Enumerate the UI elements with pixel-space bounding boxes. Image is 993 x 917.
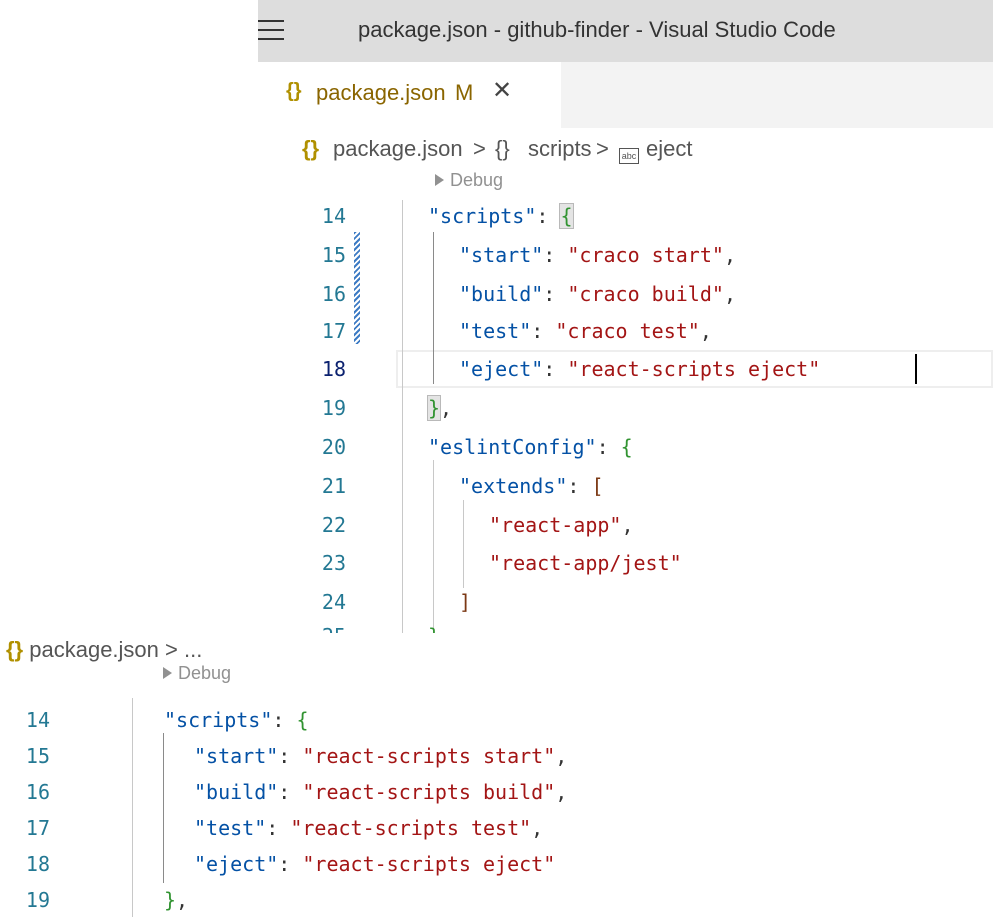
code-line[interactable]: "extends": [ — [459, 474, 604, 498]
line-number: 19 — [25, 888, 50, 912]
code-line[interactable]: "start": "react-scripts start", — [194, 744, 567, 768]
debug-codelens[interactable]: Debug — [435, 170, 503, 191]
breadcrumb-separator: > — [596, 136, 609, 161]
breadcrumb-separator: > — [473, 136, 486, 161]
editor-window-after: package.json - github-finder - Visual St… — [258, 0, 993, 633]
breadcrumb-file[interactable]: package.json — [333, 136, 463, 162]
play-icon — [163, 667, 172, 679]
indent-guide-active — [433, 232, 434, 384]
line-number: 15 — [321, 243, 346, 267]
tab-package-json[interactable]: {} package.json M ✕ — [258, 62, 561, 128]
object-icon: {} — [495, 136, 510, 161]
indent-guide — [132, 698, 133, 917]
line-number: 20 — [321, 435, 346, 459]
code-line[interactable]: ] — [459, 590, 471, 614]
indent-guide — [402, 200, 403, 424]
breadcrumb-separator: > — [165, 637, 178, 662]
tab-label: package.json — [316, 80, 446, 105]
breadcrumb: {} package.json > ... — [6, 637, 202, 663]
code-line[interactable]: }, — [164, 888, 188, 912]
title-bar: package.json - github-finder - Visual St… — [258, 0, 993, 62]
code-line[interactable]: }, — [426, 395, 452, 421]
close-tab-icon[interactable]: ✕ — [492, 76, 512, 105]
code-line[interactable]: "react-app/jest" — [489, 551, 682, 575]
code-line[interactable]: "build": "craco build", — [459, 282, 736, 306]
line-number: 14 — [321, 204, 346, 228]
breadcrumb: {} package.json > {} scripts > abc eject — [258, 128, 993, 170]
code-line[interactable]: "eject": "react-scripts eject" — [459, 357, 820, 381]
tab-bar: {} package.json M ✕ — [258, 62, 993, 128]
code-line[interactable]: "build": "react-scripts build", — [194, 780, 567, 804]
hamburger-menu-icon[interactable] — [258, 20, 284, 42]
line-number-current: 18 — [321, 357, 346, 381]
code-line[interactable]: "test": "react-scripts test", — [194, 816, 543, 840]
line-number: 17 — [321, 319, 346, 343]
gutter-modified-marker — [354, 232, 360, 344]
breadcrumb-ellipsis[interactable]: ... — [184, 637, 202, 662]
line-number: 24 — [321, 590, 346, 614]
string-property-icon: abc — [619, 142, 639, 168]
line-number: 22 — [321, 513, 346, 537]
line-number: 23 — [321, 551, 346, 575]
code-line[interactable]: "scripts": { — [164, 708, 309, 732]
json-file-icon: {} — [302, 136, 320, 161]
code-line[interactable]: "scripts": { — [428, 203, 574, 229]
line-number: 21 — [321, 474, 346, 498]
line-number: 19 — [321, 396, 346, 420]
breadcrumb-file[interactable]: package.json — [29, 637, 159, 662]
code-line[interactable]: "react-app", — [489, 513, 634, 537]
line-number: 18 — [25, 852, 50, 876]
modified-indicator: M — [455, 80, 474, 105]
code-line[interactable]: "eslintConfig": { — [428, 435, 633, 459]
code-line[interactable]: "eject": "react-scripts eject" — [194, 852, 555, 876]
indent-guide — [433, 460, 434, 633]
window-title: package.json - github-finder - Visual St… — [358, 17, 836, 42]
line-number: 16 — [25, 780, 50, 804]
line-number: 14 — [25, 708, 50, 732]
breadcrumb-scripts[interactable]: scripts — [528, 136, 592, 162]
indent-guide — [402, 424, 403, 633]
text-cursor — [915, 354, 917, 384]
json-file-icon: {} — [286, 80, 302, 102]
line-number: 25 — [286, 624, 346, 633]
play-icon — [435, 174, 444, 186]
indent-guide-active — [163, 733, 164, 883]
line-number: 16 — [321, 282, 346, 306]
code-line[interactable]: "start": "craco start", — [459, 243, 736, 267]
debug-codelens[interactable]: Debug — [163, 663, 231, 684]
editor-window-before: {} package.json > ... Debug 14 "scripts"… — [0, 633, 678, 917]
line-number: 17 — [25, 816, 50, 840]
code-line[interactable]: "test": "craco test", — [459, 319, 712, 343]
line-number: 15 — [25, 744, 50, 768]
breadcrumb-eject[interactable]: eject — [646, 136, 692, 162]
code-line[interactable]: } — [428, 624, 440, 633]
json-file-icon: {} — [6, 637, 24, 662]
indent-guide — [463, 500, 464, 588]
